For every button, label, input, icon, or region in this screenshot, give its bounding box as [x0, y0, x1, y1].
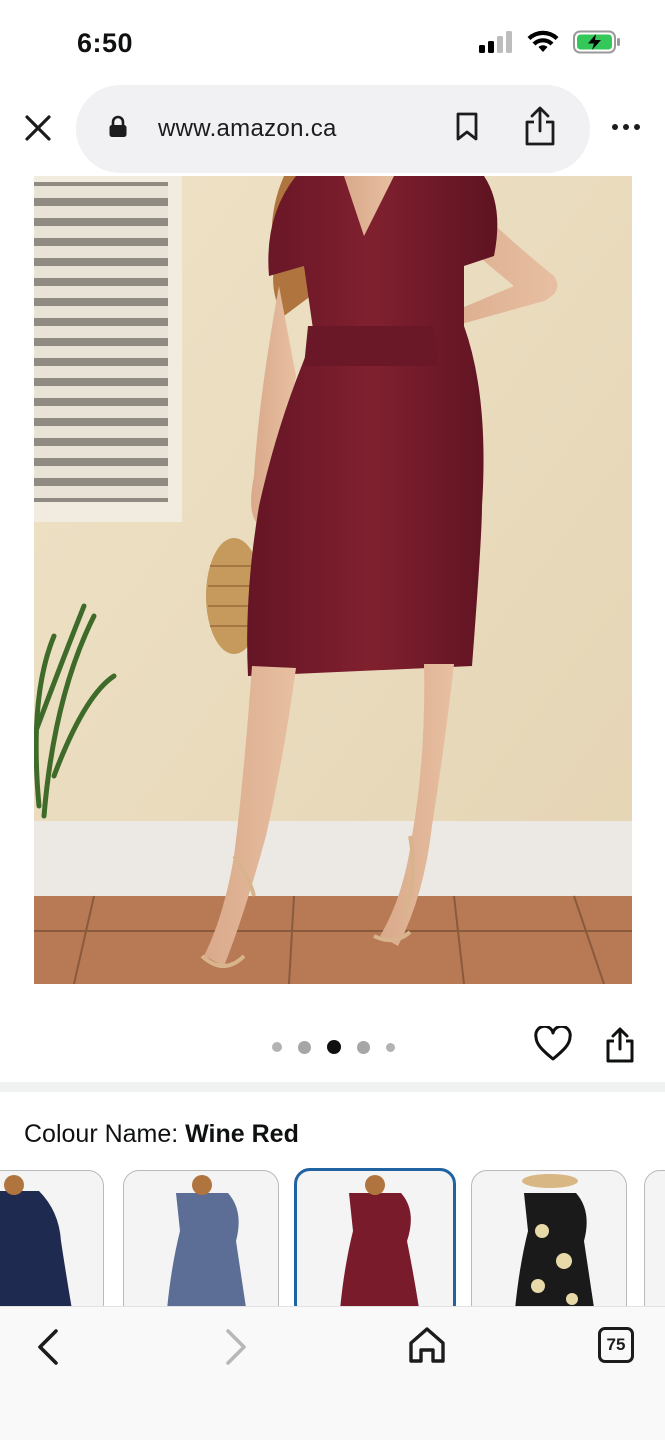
home-icon — [409, 1327, 445, 1363]
product-image[interactable] — [34, 176, 632, 984]
swatch-black-floral[interactable] — [471, 1170, 627, 1308]
carousel-dot[interactable] — [272, 1042, 282, 1052]
lock-icon — [109, 115, 127, 137]
image-carousel-dots[interactable] — [272, 1040, 395, 1054]
status-bar: 6:50 — [0, 0, 665, 88]
carousel-dot[interactable] — [298, 1040, 311, 1054]
address-bar[interactable]: www.amazon.ca — [76, 85, 590, 173]
swatch-navy[interactable] — [0, 1170, 104, 1308]
wifi-icon — [527, 30, 559, 52]
product-photo — [34, 176, 632, 984]
share-icon — [525, 106, 555, 146]
home-button[interactable] — [406, 1325, 448, 1370]
forward-button[interactable] — [222, 1327, 250, 1372]
chevron-right-icon — [226, 1329, 246, 1365]
url-text: www.amazon.ca — [158, 115, 337, 142]
battery-charging-icon — [573, 30, 620, 54]
swatch-navy-image — [0, 1175, 72, 1308]
swatch-wine-red-image — [340, 1175, 419, 1308]
add-to-wishlist-button[interactable] — [534, 1024, 572, 1067]
share-button[interactable] — [523, 105, 557, 152]
carousel-dot[interactable] — [386, 1042, 395, 1052]
swatch-wine-red[interactable] — [294, 1168, 456, 1308]
status-time: 6:50 — [77, 28, 134, 58]
swatch-partial[interactable] — [644, 1170, 665, 1308]
colour-name-prefix: Colour Name: — [24, 1120, 186, 1148]
swatch-blue-grey-image — [167, 1175, 247, 1308]
bookmark-button[interactable] — [454, 111, 480, 148]
close-button[interactable] — [20, 110, 56, 146]
colour-name-label: Colour Name: Wine Red — [24, 1120, 299, 1149]
colour-swatches — [0, 1168, 665, 1308]
more-options-button[interactable] — [612, 124, 640, 130]
chevron-left-icon — [38, 1329, 58, 1365]
swatch-black-floral-image — [515, 1174, 595, 1308]
colour-name-value: Wine Red — [185, 1120, 299, 1148]
share-product-button[interactable] — [604, 1026, 636, 1069]
swatch-blue-grey[interactable] — [123, 1170, 279, 1308]
section-divider — [0, 1082, 665, 1092]
more-dot-icon — [612, 124, 618, 130]
share-icon — [606, 1027, 634, 1063]
browser-toolbar: 75 — [0, 1306, 665, 1440]
status-icons — [479, 30, 621, 54]
close-icon — [25, 115, 51, 141]
more-dot-icon — [634, 124, 640, 130]
more-dot-icon — [623, 124, 629, 130]
back-button[interactable] — [34, 1327, 62, 1372]
browser-url-row: www.amazon.ca — [0, 84, 665, 176]
carousel-dot[interactable] — [357, 1040, 370, 1054]
bookmark-icon — [456, 112, 478, 141]
tabs-button[interactable]: 75 — [598, 1327, 634, 1363]
carousel-dot-active[interactable] — [327, 1040, 341, 1054]
cellular-signal-icon — [479, 31, 512, 53]
heart-icon — [534, 1024, 572, 1061]
